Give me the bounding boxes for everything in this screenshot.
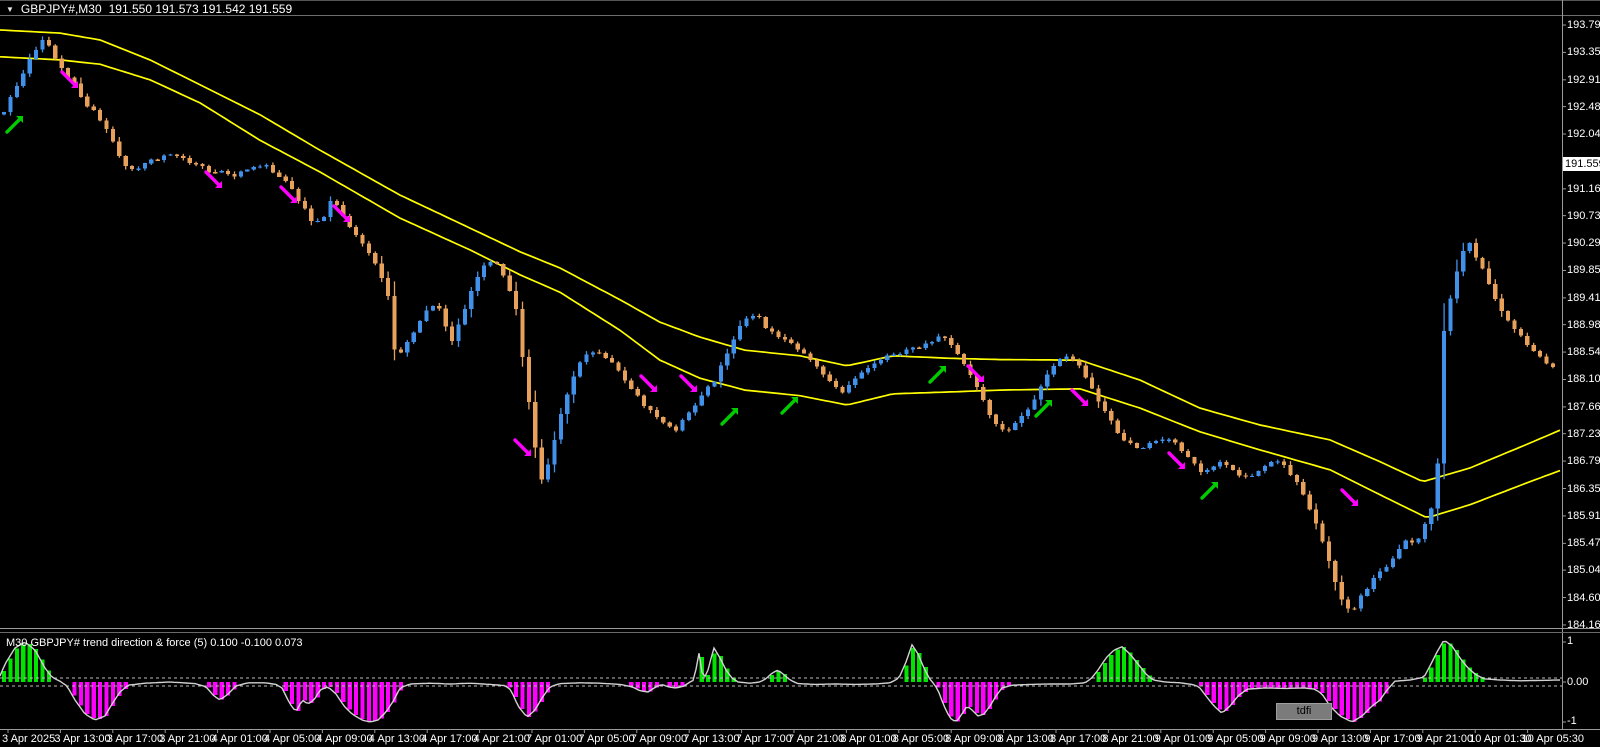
time-axis-label: 7 Apr 05:00 xyxy=(578,733,634,745)
chart-canvas[interactable] xyxy=(0,0,1600,747)
time-axis-label: 9 Apr 01:00 xyxy=(1155,733,1211,745)
time-axis-label: 9 Apr 13:00 xyxy=(1312,733,1368,745)
ma-bands-layer xyxy=(0,30,1560,517)
price-axis-label: 188.100 xyxy=(1567,373,1600,385)
band-lower-line xyxy=(0,57,1560,517)
time-axis-label: 3 Apr 2025 xyxy=(2,733,55,745)
time-axis-label: 7 Apr 21:00 xyxy=(788,733,844,745)
time-axis-label: 9 Apr 21:00 xyxy=(1417,733,1473,745)
buy-arrow-icon xyxy=(1202,482,1218,498)
sell-arrow-icon xyxy=(1342,490,1358,506)
time-axis-label: 7 Apr 17:00 xyxy=(736,733,792,745)
band-upper-line xyxy=(0,30,1560,481)
price-axis-label: 189.850 xyxy=(1567,264,1600,276)
price-axis-label: 193.350 xyxy=(1567,46,1600,58)
time-axis-label: 7 Apr 09:00 xyxy=(631,733,687,745)
price-axis-label: 185.470 xyxy=(1567,537,1600,549)
price-axis-label: 184.600 xyxy=(1567,592,1600,604)
price-axis-label: 189.410 xyxy=(1567,292,1600,304)
price-axis-label: 191.160 xyxy=(1567,183,1600,195)
time-axis-label: 7 Apr 01:00 xyxy=(526,733,582,745)
ohlc-quote-label: 191.550 191.573 191.542 191.559 xyxy=(109,2,293,16)
time-axis-label: 3 Apr 13:00 xyxy=(54,733,110,745)
time-axis-label: 3 Apr 17:00 xyxy=(107,733,163,745)
chart-title: ▼ GBPJPY#,M30 191.550 191.573 191.542 19… xyxy=(6,2,292,16)
time-axis-label: 9 Apr 09:00 xyxy=(1260,733,1316,745)
time-axis-label: 4 Apr 09:00 xyxy=(316,733,372,745)
time-axis-label: 8 Apr 21:00 xyxy=(1102,733,1158,745)
time-axis-label: 8 Apr 17:00 xyxy=(1050,733,1106,745)
time-axis-label: 4 Apr 05:00 xyxy=(264,733,320,745)
time-axis-label: 4 Apr 17:00 xyxy=(421,733,477,745)
price-axis-label: 186.790 xyxy=(1567,455,1600,467)
sell-arrow-icon xyxy=(641,376,657,392)
indicator-axis-min-label: -1 xyxy=(1567,715,1577,727)
current-price-tag: 191.559 xyxy=(1563,157,1600,171)
indicator-title: M30 GBPJPY# trend direction & force (5) … xyxy=(6,637,303,649)
time-axis-label: 9 Apr 05:00 xyxy=(1207,733,1263,745)
buy-arrow-icon xyxy=(7,116,23,132)
time-axis-label: 10 Apr 05:30 xyxy=(1522,733,1584,745)
candles-layer xyxy=(2,36,1555,612)
time-axis-label: 8 Apr 05:00 xyxy=(893,733,949,745)
indicator-axis-zero-label: 0.00 xyxy=(1567,676,1588,688)
buy-arrow-icon xyxy=(782,397,798,413)
price-axis-label: 186.350 xyxy=(1567,483,1600,495)
sell-arrow-icon xyxy=(281,187,297,203)
time-axis-label: 3 Apr 21:00 xyxy=(159,733,215,745)
tdfi-button[interactable]: tdfi xyxy=(1276,703,1332,720)
time-axis-label: 8 Apr 09:00 xyxy=(945,733,1001,745)
price-axis-label: 192.040 xyxy=(1567,128,1600,140)
price-axis-label: 184.160 xyxy=(1567,619,1600,631)
sell-arrow-icon xyxy=(206,172,222,188)
mt4-chart-window: ▼ GBPJPY#,M30 191.550 191.573 191.542 19… xyxy=(0,0,1600,747)
time-axis-label: 4 Apr 13:00 xyxy=(369,733,425,745)
time-axis-label: 8 Apr 01:00 xyxy=(840,733,896,745)
indicator-axis-max-label: 1 xyxy=(1567,635,1573,647)
price-axis-label: 188.540 xyxy=(1567,346,1600,358)
price-axis-label: 192.910 xyxy=(1567,74,1600,86)
time-axis-label: 7 Apr 13:00 xyxy=(683,733,739,745)
price-axis-label: 190.730 xyxy=(1567,210,1600,222)
sell-arrow-icon xyxy=(1169,453,1185,469)
buy-arrow-icon xyxy=(722,408,738,424)
price-axis-label: 187.230 xyxy=(1567,428,1600,440)
time-axis-label: 9 Apr 17:00 xyxy=(1364,733,1420,745)
price-axis-label: 185.910 xyxy=(1567,510,1600,522)
time-axis-label: 4 Apr 21:00 xyxy=(474,733,530,745)
signal-arrows-layer xyxy=(7,72,1358,506)
sell-arrow-icon xyxy=(515,440,531,456)
symbol-period-label: GBPJPY#,M30 xyxy=(21,2,102,16)
symbol-dropdown-icon[interactable]: ▼ xyxy=(6,5,14,14)
price-axis-label: 190.290 xyxy=(1567,237,1600,249)
price-axis-label: 188.980 xyxy=(1567,319,1600,331)
price-axis-label: 192.480 xyxy=(1567,101,1600,113)
time-axis-label: 4 Apr 01:00 xyxy=(212,733,268,745)
price-axis-label: 185.040 xyxy=(1567,564,1600,576)
sell-arrow-icon xyxy=(681,376,697,392)
price-axis-label: 187.660 xyxy=(1567,401,1600,413)
buy-arrow-icon xyxy=(930,366,946,382)
sell-arrow-icon xyxy=(1072,390,1088,406)
time-axis-label: 8 Apr 13:00 xyxy=(998,733,1054,745)
buy-arrow-icon xyxy=(1036,400,1052,416)
price-axis-label: 193.790 xyxy=(1567,19,1600,31)
